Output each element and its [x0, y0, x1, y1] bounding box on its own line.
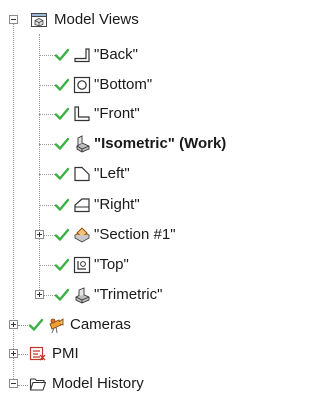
bottom-view-icon — [73, 76, 91, 94]
tree-node-cameras[interactable]: Cameras — [0, 310, 313, 340]
tree-node-view-section-1[interactable]: "Section #1" — [0, 220, 313, 250]
tree-node-label: "Front" — [94, 105, 140, 122]
tree-node-view-trimetric[interactable]: "Trimetric" — [0, 280, 313, 310]
visible-check-icon[interactable] — [54, 136, 70, 152]
tree-node-label: "Left" — [94, 165, 130, 182]
visible-check-icon[interactable] — [54, 106, 70, 122]
visible-check-icon[interactable] — [28, 317, 44, 333]
tree-node-label: Cameras — [70, 316, 131, 333]
tree-node-label: "Section #1" — [94, 226, 176, 243]
tree-node-view-left[interactable]: "Left" — [0, 159, 313, 189]
tree-node-view-top[interactable]: "Top" — [0, 250, 313, 280]
visible-check-icon[interactable] — [54, 77, 70, 93]
model-views-icon — [30, 11, 48, 29]
tree-node-label: "Trimetric" — [94, 286, 163, 303]
visible-check-icon[interactable] — [54, 197, 70, 213]
tree-node-label: "Right" — [94, 196, 140, 213]
expand-toggle[interactable] — [9, 349, 18, 358]
collapse-toggle[interactable] — [9, 379, 18, 388]
tree-node-view-isometric[interactable]: "Isometric" (Work) — [0, 129, 313, 159]
visible-check-icon[interactable] — [54, 287, 70, 303]
tree-node-label: "Top" — [94, 256, 129, 273]
visible-check-icon[interactable] — [54, 257, 70, 273]
trimetric-view-icon — [73, 286, 91, 304]
folder-icon — [29, 375, 47, 393]
tree-node-label: "Isometric" (Work) — [94, 135, 227, 152]
visible-check-icon[interactable] — [54, 227, 70, 243]
tree-node-label: Model History — [52, 375, 144, 392]
top-view-icon — [73, 256, 91, 274]
front-view-icon — [73, 105, 91, 123]
visible-check-icon[interactable] — [54, 47, 70, 63]
tree-node-model-views[interactable]: Model Views — [0, 5, 313, 35]
tree-node-view-front[interactable]: "Front" — [0, 99, 313, 129]
tree-node-view-back[interactable]: "Back" — [0, 40, 313, 70]
tree-node-label: PMI — [52, 345, 79, 362]
collapse-toggle[interactable] — [9, 15, 18, 24]
section-view-icon — [73, 226, 91, 244]
visible-check-icon[interactable] — [54, 166, 70, 182]
pmi-icon — [29, 345, 47, 363]
cameras-icon — [47, 316, 65, 334]
isometric-view-icon — [73, 135, 91, 153]
tree-node-label: "Bottom" — [94, 76, 153, 93]
expand-toggle[interactable] — [35, 230, 44, 239]
tree-node-view-right[interactable]: "Right" — [0, 190, 313, 220]
part-navigator-tree: Model Views "Back" "Bottom" "Front" "Iso… — [0, 0, 313, 399]
tree-node-view-bottom[interactable]: "Bottom" — [0, 70, 313, 100]
left-view-icon — [73, 165, 91, 183]
right-view-icon — [73, 196, 91, 214]
expand-toggle[interactable] — [35, 290, 44, 299]
tree-node-model-history[interactable]: Model History — [0, 369, 313, 399]
back-view-icon — [73, 46, 91, 64]
tree-node-label: "Back" — [94, 46, 138, 63]
expand-toggle[interactable] — [9, 320, 18, 329]
tree-node-label: Model Views — [54, 11, 139, 28]
tree-node-pmi[interactable]: PMI — [0, 339, 313, 369]
